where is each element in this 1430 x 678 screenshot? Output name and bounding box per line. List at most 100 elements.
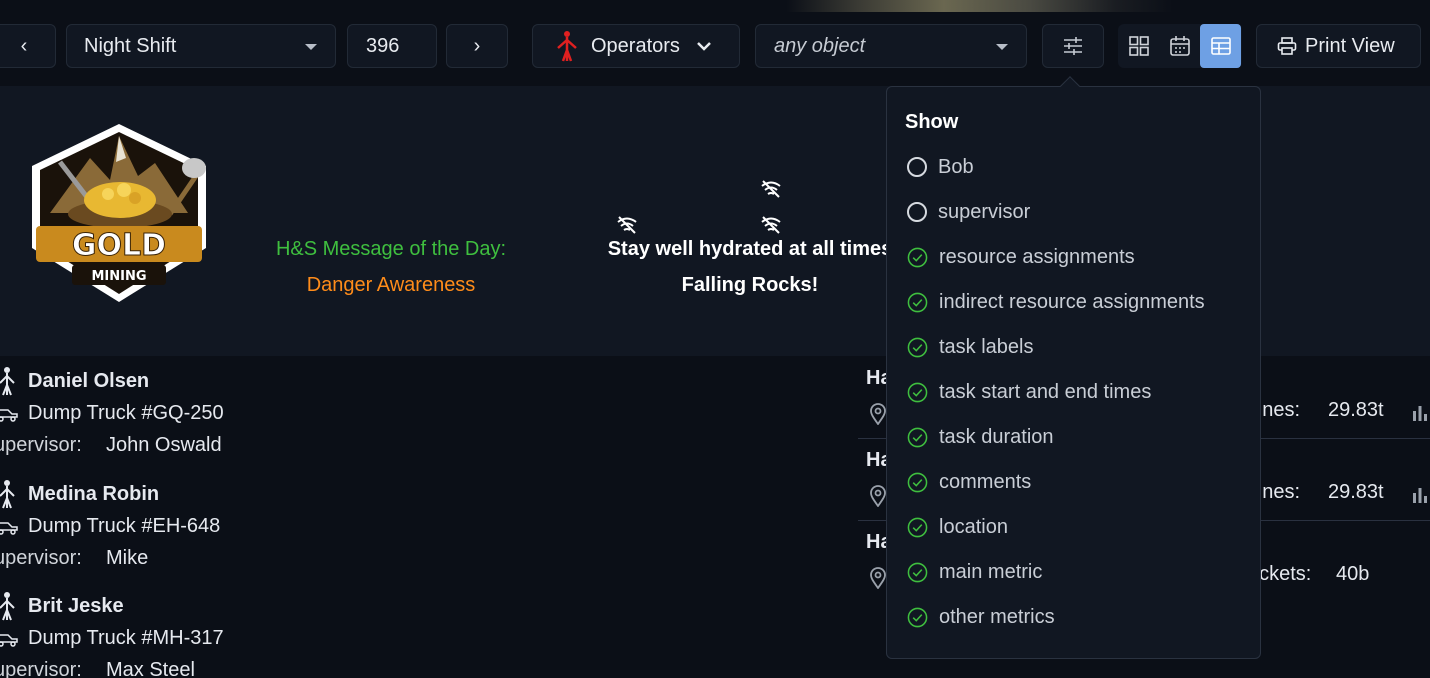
location-pin-icon <box>870 485 886 507</box>
logo-text-gold: GOLD <box>72 228 166 263</box>
check-circle-icon <box>907 247 928 267</box>
vehicle-name: Dump Truck #GQ-250 <box>28 402 224 424</box>
supervisor-row: upervisor: Mike <box>0 547 148 570</box>
check-circle-icon <box>907 517 928 537</box>
toolbar: ‹ Night Shift 396 › Operators any object <box>0 0 1430 86</box>
supervisor-row: upervisor: John Oswald <box>0 434 222 457</box>
check-circle-icon <box>907 607 928 627</box>
hs-message: Danger Awareness <box>306 274 476 296</box>
table-icon <box>1210 37 1231 55</box>
supervisor-label: upervisor: <box>0 659 82 678</box>
metric-value: 29.83t <box>1328 481 1384 503</box>
falling-rocks-message: Falling Rocks! <box>681 274 819 296</box>
view-calendar-button[interactable] <box>1159 24 1200 68</box>
option-label: task start and end times <box>939 380 1152 403</box>
option-label: indirect resource assignments <box>939 290 1205 313</box>
view-table-button[interactable] <box>1200 24 1241 68</box>
option-label: supervisor <box>938 200 1031 223</box>
filter-settings-button[interactable] <box>1042 24 1104 68</box>
operator-icon <box>0 367 15 396</box>
calendar-icon <box>1169 36 1190 56</box>
view-switcher <box>1118 24 1242 68</box>
operator-name: Daniel Olsen <box>28 370 150 392</box>
option-task-duration[interactable]: task duration <box>907 423 1054 451</box>
location-pin-icon <box>870 403 886 425</box>
option-location[interactable]: location <box>907 513 1008 541</box>
bar-chart-icon <box>1413 406 1427 421</box>
option-supervisor[interactable]: supervisor <box>907 198 1030 226</box>
no-signal-icon <box>761 180 781 198</box>
operator-icon <box>0 592 15 621</box>
number-input[interactable]: 396 <box>347 24 437 68</box>
check-circle-icon <box>907 562 928 582</box>
metric-value: 29.83t <box>1328 399 1384 421</box>
bar-chart-icon <box>1413 488 1427 503</box>
chevron-right-icon: › <box>473 34 481 57</box>
option-label: other metrics <box>939 605 1055 628</box>
metric-value: 40b <box>1336 563 1370 585</box>
show-options-panel: Show Bob supervisor resource assignments… <box>886 76 1261 659</box>
print-view-label: Print View <box>1305 34 1395 57</box>
gold-mining-logo: GOLD MINING <box>32 124 206 302</box>
operator-icon <box>557 31 577 62</box>
unchecked-circle-icon <box>907 157 927 177</box>
grid-icon <box>1128 36 1149 56</box>
sliders-icon <box>1064 37 1082 55</box>
option-label: main metric <box>939 560 1043 583</box>
unchecked-circle-icon <box>907 202 927 222</box>
number-input-value: 396 <box>366 34 400 57</box>
view-grid-button[interactable] <box>1118 24 1159 68</box>
truck-icon <box>0 522 18 535</box>
shift-select-value: Night Shift <box>84 34 177 57</box>
show-panel-title: Show <box>905 111 959 133</box>
vehicle-name: Dump Truck #MH-317 <box>28 627 224 649</box>
check-circle-icon <box>907 292 928 312</box>
option-main-metric[interactable]: main metric <box>907 558 1042 586</box>
operator-icon <box>0 480 15 509</box>
option-label: task duration <box>939 425 1054 448</box>
location-pin-icon <box>870 567 886 589</box>
option-label: task labels <box>939 335 1034 358</box>
vehicle-name: Dump Truck #EH-648 <box>28 515 221 537</box>
check-circle-icon <box>907 337 928 357</box>
supervisor-label: upervisor: <box>0 547 82 569</box>
no-signal-icon <box>617 216 637 234</box>
no-signal-icon <box>761 216 781 234</box>
option-label: location <box>939 515 1008 538</box>
hs-title: H&S Message of the Day: <box>275 238 507 260</box>
option-indirect-resource-assignments[interactable]: indirect resource assignments <box>907 288 1205 316</box>
supervisor-row: upervisor: Max Steel <box>0 659 195 678</box>
print-view-button[interactable]: Print View <box>1256 24 1421 68</box>
option-task-labels[interactable]: task labels <box>907 333 1034 361</box>
next-button[interactable]: › <box>446 24 508 68</box>
prev-button[interactable]: ‹ <box>0 24 56 68</box>
logo-text-mining: MINING <box>91 269 146 284</box>
object-select-placeholder: any object <box>774 34 866 57</box>
resource-type-value: Operators <box>591 34 680 57</box>
supervisor-name: Max Steel <box>106 659 195 678</box>
chevron-left-icon: ‹ <box>20 34 28 57</box>
supervisor-label: upervisor: <box>0 434 82 456</box>
truck-icon <box>0 634 18 647</box>
option-other-metrics[interactable]: other metrics <box>907 603 1055 631</box>
option-label: Bob <box>938 155 974 178</box>
option-task-start-end-times[interactable]: task start and end times <box>907 378 1151 406</box>
option-comments[interactable]: comments <box>907 468 1031 496</box>
shift-select[interactable]: Night Shift <box>66 24 336 68</box>
object-select[interactable]: any object <box>755 24 1027 68</box>
supervisor-name: John Oswald <box>106 434 222 456</box>
option-bob[interactable]: Bob <box>907 153 974 181</box>
caret-down-icon <box>996 44 1008 50</box>
caret-down-icon <box>305 44 317 50</box>
hydration-message: Stay well hydrated at all times <box>607 238 893 260</box>
printer-icon <box>1277 37 1297 55</box>
operator-name: Brit Jeske <box>28 595 124 617</box>
resource-type-select[interactable]: Operators <box>532 24 740 68</box>
option-label: resource assignments <box>939 245 1135 268</box>
option-label: comments <box>939 470 1032 493</box>
check-circle-icon <box>907 472 928 492</box>
option-resource-assignments[interactable]: resource assignments <box>907 243 1135 271</box>
check-circle-icon <box>907 427 928 447</box>
supervisor-name: Mike <box>106 547 149 569</box>
operator-name: Medina Robin <box>28 483 160 505</box>
